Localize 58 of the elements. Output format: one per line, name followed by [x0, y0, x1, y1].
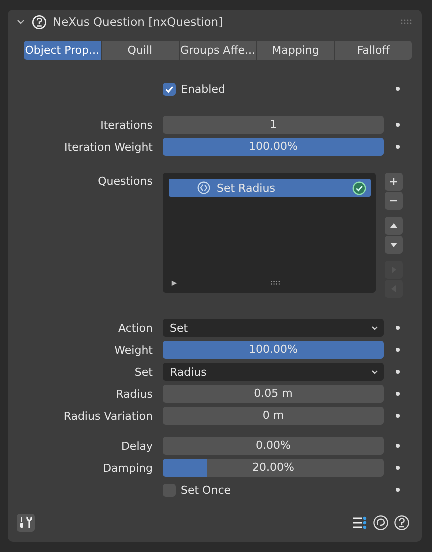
field-label: Damping [102, 462, 154, 474]
tab[interactable]: Falloff [335, 41, 412, 60]
question-icon[interactable] [394, 515, 410, 531]
keyframe-dot[interactable] [396, 87, 400, 91]
tab[interactable]: Mapping [257, 41, 334, 60]
field-label: Questions [97, 174, 154, 188]
tools-icon[interactable] [17, 514, 35, 532]
number-field[interactable]: 0.05 m [163, 385, 384, 403]
field-label: Radius Variation [62, 410, 154, 422]
dropdown[interactable]: Radius [163, 363, 384, 381]
loop-icon[interactable] [373, 515, 389, 531]
move-up-button[interactable] [385, 217, 403, 235]
keyframe-dot[interactable] [396, 488, 400, 492]
tab[interactable]: Quill [102, 41, 179, 60]
dropdown[interactable]: Set [163, 319, 384, 337]
up-triangle-icon [389, 221, 399, 231]
question-icon [32, 14, 47, 30]
keyframe-dot[interactable] [396, 370, 400, 374]
grip-icon[interactable] [270, 280, 282, 286]
list-icon[interactable] [352, 515, 368, 531]
field-label: Set [134, 366, 154, 378]
check-icon[interactable] [352, 180, 367, 196]
grip-icon[interactable] [400, 19, 414, 25]
field-label: Weight [114, 344, 154, 356]
keyframe-dot[interactable] [396, 414, 400, 418]
plus-icon [389, 177, 399, 187]
tab[interactable]: Groups Affe... [180, 41, 256, 60]
field-label: Iterations [100, 118, 154, 132]
expand-icon[interactable] [171, 280, 178, 286]
keyframe-dot[interactable] [396, 444, 400, 448]
panel-title: NeXus Question [nxQuestion] [53, 15, 224, 29]
number-field[interactable]: 1 [163, 116, 384, 134]
list-item[interactable]: Set Radius [169, 179, 371, 197]
down-triangle-icon [389, 240, 399, 250]
remove-button[interactable] [385, 192, 403, 210]
field-label: Iteration Weight [64, 140, 154, 154]
checkbox-label[interactable]: Set Once [181, 484, 232, 496]
field-label: Radius [115, 388, 154, 400]
field-label: Delay [120, 440, 154, 452]
slider-field[interactable]: 100.00% [163, 341, 384, 359]
move-down-button[interactable] [385, 236, 403, 254]
keyframe-dot[interactable] [396, 466, 400, 470]
number-field[interactable]: 0 m [163, 407, 384, 425]
chevron-icon[interactable] [16, 17, 26, 27]
checkbox-label[interactable]: Enabled [181, 82, 226, 96]
slider-field[interactable]: 20.00% [163, 459, 384, 477]
node-icon [197, 181, 211, 195]
keyframe-dot[interactable] [396, 145, 400, 149]
keyframe-dot[interactable] [396, 326, 400, 330]
slider-field[interactable]: 0.00% [163, 437, 384, 455]
checkbox[interactable] [163, 82, 176, 96]
tab[interactable]: Object Prop... [24, 41, 101, 60]
keyframe-dot[interactable] [396, 392, 400, 396]
field-label: Action [118, 322, 154, 334]
keyframe-dot[interactable] [396, 348, 400, 352]
keyframe-dot[interactable] [396, 123, 400, 127]
add-button[interactable] [385, 173, 403, 191]
slider-field[interactable]: 100.00% [163, 138, 384, 156]
